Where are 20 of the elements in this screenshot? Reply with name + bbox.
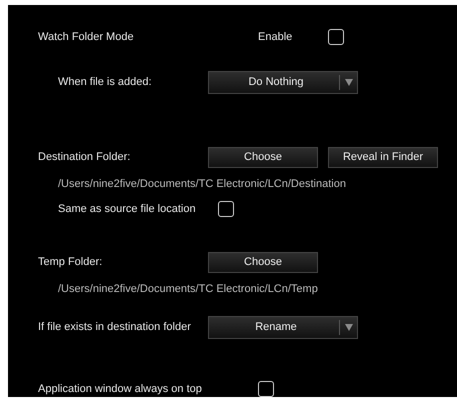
setting-label: When file is added: <box>58 74 153 90</box>
setting-label: Destination Folder: <box>38 150 132 165</box>
setting-label: Application window always on top <box>38 382 203 397</box>
checkbox[interactable] <box>328 29 344 45</box>
choose-button[interactable]: Choose <box>208 252 318 272</box>
caret-icon <box>344 324 352 330</box>
reveal-button[interactable]: Reveal in Finder <box>328 146 438 168</box>
setting-label: Enable <box>258 30 294 45</box>
caret-icon <box>344 78 352 86</box>
checkbox[interactable] <box>218 201 234 217</box>
dropdown[interactable]: Rename <box>208 316 358 338</box>
choose-button[interactable]: Choose <box>208 146 318 168</box>
setting-label: Same as source file location <box>58 202 197 217</box>
folder-path: /Users/nine2five/Documents/TC Electronic/LCn/Temp <box>58 282 318 297</box>
folder-path: /Users/nine2five/Documents/TC Electronic/LCn/Destination <box>58 176 346 192</box>
setting-label: Watch Folder Mode <box>38 30 135 45</box>
setting-label: If file exists in destination folder <box>38 320 192 335</box>
setting-label: Temp Folder: <box>38 254 104 270</box>
checkbox[interactable] <box>258 381 274 397</box>
dropdown[interactable]: Do Nothing <box>208 70 358 94</box>
